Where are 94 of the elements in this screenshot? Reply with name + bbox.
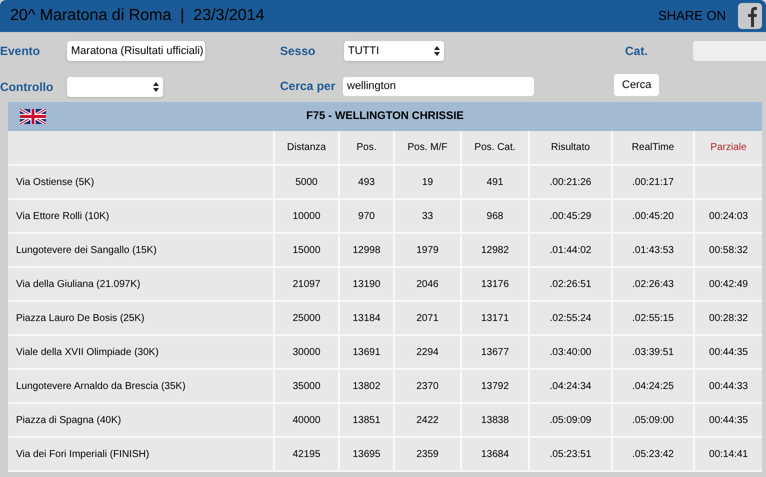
- column-header: Parziale: [710, 141, 747, 155]
- table-cell-text: 19: [422, 176, 434, 190]
- table-cell-text: 00:44:33: [709, 380, 748, 394]
- table-cell-text: .00:45:29: [550, 210, 592, 224]
- table-cell-text: 35000: [292, 380, 320, 394]
- table-cell-text: .05:23:42: [632, 448, 674, 462]
- table-cell-text: .03:39:51: [632, 346, 674, 360]
- table-cell-text: 2359: [416, 448, 439, 462]
- field-label: Evento: [0, 44, 40, 58]
- table-cell-text: 13184: [352, 312, 380, 326]
- table-cell-text: 00:58:32: [709, 244, 748, 258]
- table-cell-text: 25000: [292, 312, 320, 326]
- table-cell-text: 491: [486, 176, 504, 190]
- column-header: Pos.: [356, 141, 376, 155]
- table-cell-text: .02:26:51: [550, 278, 592, 292]
- search-button[interactable]: Cerca: [614, 74, 660, 96]
- table-cell-text: 2294: [416, 346, 439, 360]
- table-cell-text: 00:44:35: [709, 414, 748, 428]
- table-cell-text: 42195: [292, 448, 320, 462]
- table-cell-text: .00:21:26: [550, 176, 592, 190]
- table-cell-text: 2071: [416, 312, 439, 326]
- column-header: Pos. Cat.: [474, 141, 516, 155]
- table-cell-text: 13802: [352, 380, 380, 394]
- table-cell-text: Lungotevere dei Sangallo (15K): [16, 244, 157, 258]
- table-cell-text: 30000: [292, 346, 320, 360]
- table-cell-text: 970: [358, 210, 375, 224]
- table-cell-text: 13171: [481, 312, 509, 326]
- table-cell-text: 13691: [352, 346, 380, 360]
- updown-icon: [434, 46, 440, 56]
- table-cell-text: 12982: [481, 244, 509, 258]
- field-label: Cat.: [625, 44, 648, 58]
- table-cell-text: 2422: [416, 414, 439, 428]
- table-cell-text: .01:43:53: [632, 244, 674, 258]
- table-cell-text: Lungotevere Arnaldo da Brescia (35K): [16, 380, 186, 394]
- table-cell-text: 13677: [481, 346, 509, 360]
- table-cell-text: 33: [422, 210, 434, 224]
- field-label: Sesso: [280, 44, 316, 58]
- table-cell-text: 2370: [416, 380, 439, 394]
- athlete-name: F75 - WELLINGTON CHRISSIE: [306, 109, 464, 124]
- table-cell-text: 13695: [352, 448, 380, 462]
- table-cell-text: Via Ettore Rolli (10K): [16, 210, 110, 224]
- table-cell-text: 968: [486, 210, 504, 224]
- table-cell-text: .03:40:00: [550, 346, 592, 360]
- table-cell-text: 00:44:35: [709, 346, 748, 360]
- share-label: SHARE ON: [658, 7, 726, 26]
- table-cell-text: Piazza Lauro De Bosis (25K): [16, 312, 144, 326]
- table-cell-text: .05:23:51: [550, 448, 592, 462]
- table-cell-text: .01:44:02: [550, 244, 592, 258]
- table-cell-text: 13792: [481, 380, 509, 394]
- table-cell-text: 13684: [481, 448, 509, 462]
- page-title: 20^ Maratona di Roma | 23/3/2014: [10, 6, 264, 26]
- table-cell-text: 10000: [292, 210, 320, 224]
- table-cell-text: 13838: [481, 414, 509, 428]
- table-cell-text: .02:55:15: [632, 312, 674, 326]
- table-cell-text: .00:45:20: [632, 210, 674, 224]
- uk-flag-icon[interactable]: [20, 109, 46, 124]
- table-cell-text: 493: [358, 176, 375, 190]
- table-cell-text: 15000: [292, 244, 320, 258]
- table-cell-text: 00:24:03: [709, 210, 748, 224]
- table-cell-text: Viale della XVII Olimpiade (30K): [16, 346, 159, 360]
- table-cell-text: Via della Giuliana (21.097K): [16, 278, 140, 292]
- table-cell-text: Piazza di Spagna (40K): [16, 414, 122, 428]
- table-cell-text: .04:24:25: [632, 380, 674, 394]
- table-cell-text: Via Ostiense (5K): [16, 176, 94, 190]
- column-header: Pos. M/F: [407, 141, 448, 155]
- field-label: Controllo: [0, 80, 54, 94]
- table-cell-text: 13851: [352, 414, 380, 428]
- table-cell-text: 12998: [352, 244, 380, 258]
- table-cell-text: 40000: [292, 414, 320, 428]
- updown-icon: [153, 82, 159, 92]
- table-cell-text: 00:42:49: [709, 278, 748, 292]
- table-cell-text: .00:21:17: [632, 176, 674, 190]
- table-cell-text: .02:26:43: [632, 278, 674, 292]
- evento-select[interactable]: Maratona (Risultati ufficiali): [67, 41, 205, 61]
- table-cell-text: 13190: [352, 278, 380, 292]
- table-cell-text: 21097: [292, 278, 320, 292]
- table-cell-text: .04:24:34: [550, 380, 592, 394]
- search-field[interactable]: wellington: [343, 76, 534, 96]
- facebook-icon[interactable]: [738, 3, 762, 29]
- table-cell-text: .05:09:09: [550, 414, 592, 428]
- column-header: Distanza: [287, 141, 326, 155]
- table-cell-text: .02:55:24: [550, 312, 592, 326]
- table-cell-text: 2046: [416, 278, 439, 292]
- table-cell-text: 00:14:41: [709, 448, 748, 462]
- table-cell-text: 00:28:32: [709, 312, 748, 326]
- table-cell-text: 13176: [481, 278, 509, 292]
- table-cell-text: Via dei Fori Imperiali (FINISH): [16, 448, 150, 462]
- field-label: Cerca per: [280, 79, 336, 93]
- sesso-select[interactable]: TUTTI: [344, 41, 444, 61]
- column-header: Risultato: [551, 141, 590, 155]
- table-cell-text: 1979: [416, 244, 439, 258]
- table-cell-text: .05:09:00: [632, 414, 674, 428]
- table-cell-text: 5000: [295, 176, 318, 190]
- column-header: RealTime: [632, 141, 674, 155]
